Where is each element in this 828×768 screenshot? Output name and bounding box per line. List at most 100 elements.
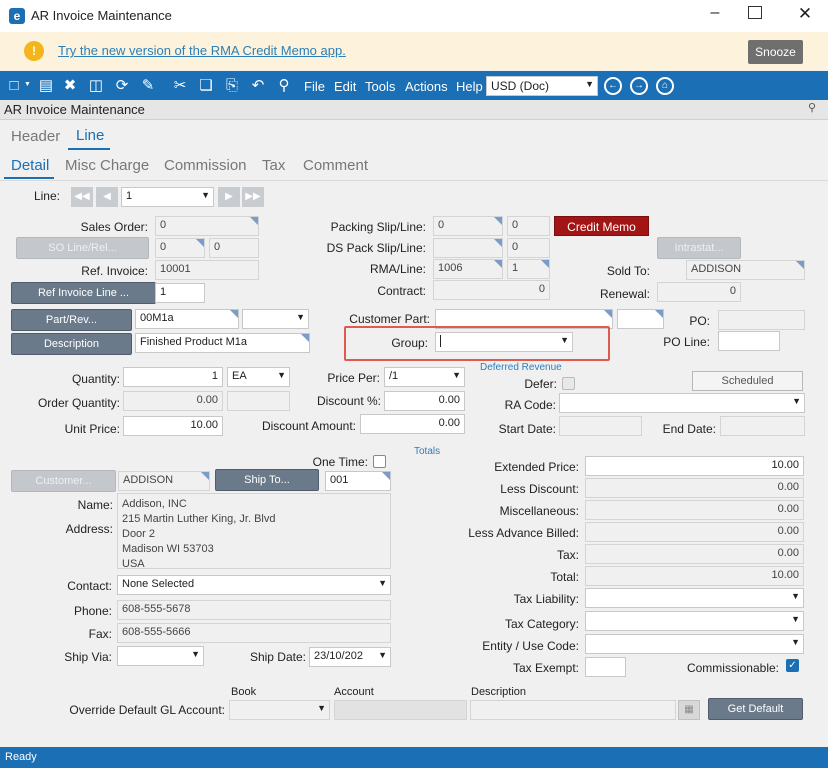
- po-field[interactable]: [718, 310, 805, 330]
- ref-invoice-field[interactable]: 10001: [155, 260, 259, 280]
- packing-slip-field[interactable]: 0: [433, 216, 503, 236]
- line-select[interactable]: 1 ▼: [121, 187, 214, 207]
- copy-icon[interactable]: ❏: [196, 76, 216, 96]
- end-date-field[interactable]: [720, 416, 805, 436]
- rma-line-field[interactable]: 1: [507, 259, 550, 279]
- cut-icon[interactable]: ✂: [170, 76, 190, 96]
- part-field[interactable]: 00M1a: [135, 309, 239, 329]
- revision-select[interactable]: ▼: [242, 309, 309, 329]
- forward-icon[interactable]: →: [630, 77, 648, 95]
- ref-invoice-line-field[interactable]: 1: [155, 283, 205, 303]
- intrastat-button[interactable]: Intrastat...: [657, 237, 741, 259]
- back-icon[interactable]: ←: [604, 77, 622, 95]
- po-line-field[interactable]: [718, 331, 780, 351]
- close-button[interactable]: ✕: [794, 4, 816, 26]
- book-select[interactable]: ▼: [229, 700, 330, 720]
- clean-icon[interactable]: ✎: [138, 76, 158, 96]
- discount-amount-field[interactable]: 0.00: [360, 414, 465, 434]
- new-icon[interactable]: □: [4, 76, 24, 96]
- ds-pack-slip-field[interactable]: [433, 238, 503, 258]
- fax-field[interactable]: 608-555-5666: [117, 623, 391, 643]
- unit-price-field[interactable]: 10.00: [123, 416, 223, 436]
- commissionable-checkbox[interactable]: ✓: [786, 659, 799, 672]
- sold-to-field[interactable]: ADDISON: [686, 260, 805, 280]
- ship-to-field[interactable]: 001: [325, 471, 391, 491]
- tax-exempt-field[interactable]: [585, 657, 626, 677]
- delete-icon[interactable]: ✖: [60, 76, 80, 96]
- quantity-field[interactable]: 1: [123, 367, 223, 387]
- order-quantity-field[interactable]: 0.00: [123, 391, 223, 411]
- packing-line-field[interactable]: 0: [507, 216, 550, 236]
- first-record-icon[interactable]: ◀◀: [71, 187, 93, 207]
- get-default-button[interactable]: Get Default: [708, 698, 803, 720]
- entity-use-code-select[interactable]: ▼: [585, 634, 804, 654]
- customer-part-rev-field[interactable]: [617, 309, 664, 329]
- miscellaneous-field[interactable]: 0.00: [585, 500, 804, 520]
- menu-help[interactable]: Help: [456, 79, 483, 94]
- less-advance-billed-field[interactable]: 0.00: [585, 522, 804, 542]
- maximize-button[interactable]: [748, 6, 762, 19]
- ship-to-button[interactable]: Ship To...: [215, 469, 319, 491]
- defer-checkbox[interactable]: [562, 377, 575, 390]
- tax-field[interactable]: 0.00: [585, 544, 804, 564]
- sales-order-field[interactable]: 0: [155, 216, 259, 236]
- ra-code-select[interactable]: ▼: [559, 393, 805, 413]
- pin-icon[interactable]: ⚲: [808, 101, 816, 114]
- menu-edit[interactable]: Edit: [334, 79, 356, 94]
- tab-line[interactable]: Line: [76, 127, 104, 144]
- undo-icon[interactable]: ↶: [248, 76, 268, 96]
- contract-field[interactable]: 0: [433, 280, 550, 300]
- save-icon[interactable]: ▤: [36, 76, 56, 96]
- gl-description-field[interactable]: [470, 700, 676, 720]
- last-record-icon[interactable]: ▶▶: [242, 187, 264, 207]
- tab-header[interactable]: Header: [11, 128, 60, 145]
- group-select[interactable]: ▼: [435, 332, 573, 352]
- description-button[interactable]: Description: [11, 333, 132, 355]
- minimize-button[interactable]: –: [704, 4, 726, 26]
- prev-record-icon[interactable]: ◀: [96, 187, 118, 207]
- part-rev-button[interactable]: Part/Rev...: [11, 309, 132, 331]
- search-icon[interactable]: ⚲: [274, 76, 294, 96]
- discount-pct-field[interactable]: 0.00: [384, 391, 465, 411]
- extended-price-field[interactable]: 10.00: [585, 456, 804, 476]
- uom-select[interactable]: EA ▼: [227, 367, 290, 387]
- tab-commission[interactable]: Commission: [164, 157, 247, 174]
- ship-via-select[interactable]: ▼: [117, 646, 204, 666]
- ref-invoice-line-button[interactable]: Ref Invoice Line ...: [11, 282, 156, 304]
- gl-lookup-icon[interactable]: ▦: [678, 700, 700, 720]
- rma-field[interactable]: 1006: [433, 259, 503, 279]
- contact-select[interactable]: None Selected ▼: [117, 575, 391, 595]
- menu-actions[interactable]: Actions: [405, 79, 448, 94]
- renewal-field[interactable]: 0: [657, 282, 741, 302]
- account-field[interactable]: [334, 700, 467, 720]
- so-rel-field[interactable]: 0: [209, 238, 259, 258]
- price-per-select[interactable]: /1 ▼: [384, 367, 465, 387]
- customer-field[interactable]: ADDISON: [118, 471, 210, 491]
- so-line-rel-button[interactable]: SO Line/Rel...: [16, 237, 149, 259]
- tab-detail[interactable]: Detail: [11, 157, 49, 174]
- customer-button[interactable]: Customer...: [11, 470, 116, 492]
- tab-misc-charge[interactable]: Misc Charge: [65, 157, 149, 174]
- next-record-icon[interactable]: ▶: [218, 187, 240, 207]
- ds-pack-line-field[interactable]: 0: [507, 238, 550, 258]
- menu-file[interactable]: File: [304, 79, 325, 94]
- so-line-field[interactable]: 0: [155, 238, 205, 258]
- description-field[interactable]: Finished Product M1a: [135, 333, 310, 353]
- total-field[interactable]: 10.00: [585, 566, 804, 586]
- ship-date-field[interactable]: 23/10/202 ▼: [309, 647, 391, 667]
- tax-category-select[interactable]: ▼: [585, 611, 804, 631]
- phone-field[interactable]: 608-555-5678: [117, 600, 391, 620]
- tax-liability-select[interactable]: ▼: [585, 588, 804, 608]
- one-time-checkbox[interactable]: [373, 455, 386, 468]
- menu-tools[interactable]: Tools: [365, 79, 395, 94]
- new-dropdown-icon[interactable]: ▼: [24, 81, 31, 88]
- order-uom-field[interactable]: [227, 391, 290, 411]
- snooze-button[interactable]: Snooze: [748, 40, 803, 64]
- currency-select[interactable]: USD (Doc) ▼: [486, 76, 598, 96]
- tab-comment[interactable]: Comment: [303, 157, 368, 174]
- clear-icon[interactable]: ◫: [86, 76, 106, 96]
- home-icon[interactable]: ⌂: [656, 77, 674, 95]
- banner-link[interactable]: Try the new version of the RMA Credit Me…: [58, 43, 346, 58]
- less-discount-field[interactable]: 0.00: [585, 478, 804, 498]
- tab-tax[interactable]: Tax: [262, 157, 285, 174]
